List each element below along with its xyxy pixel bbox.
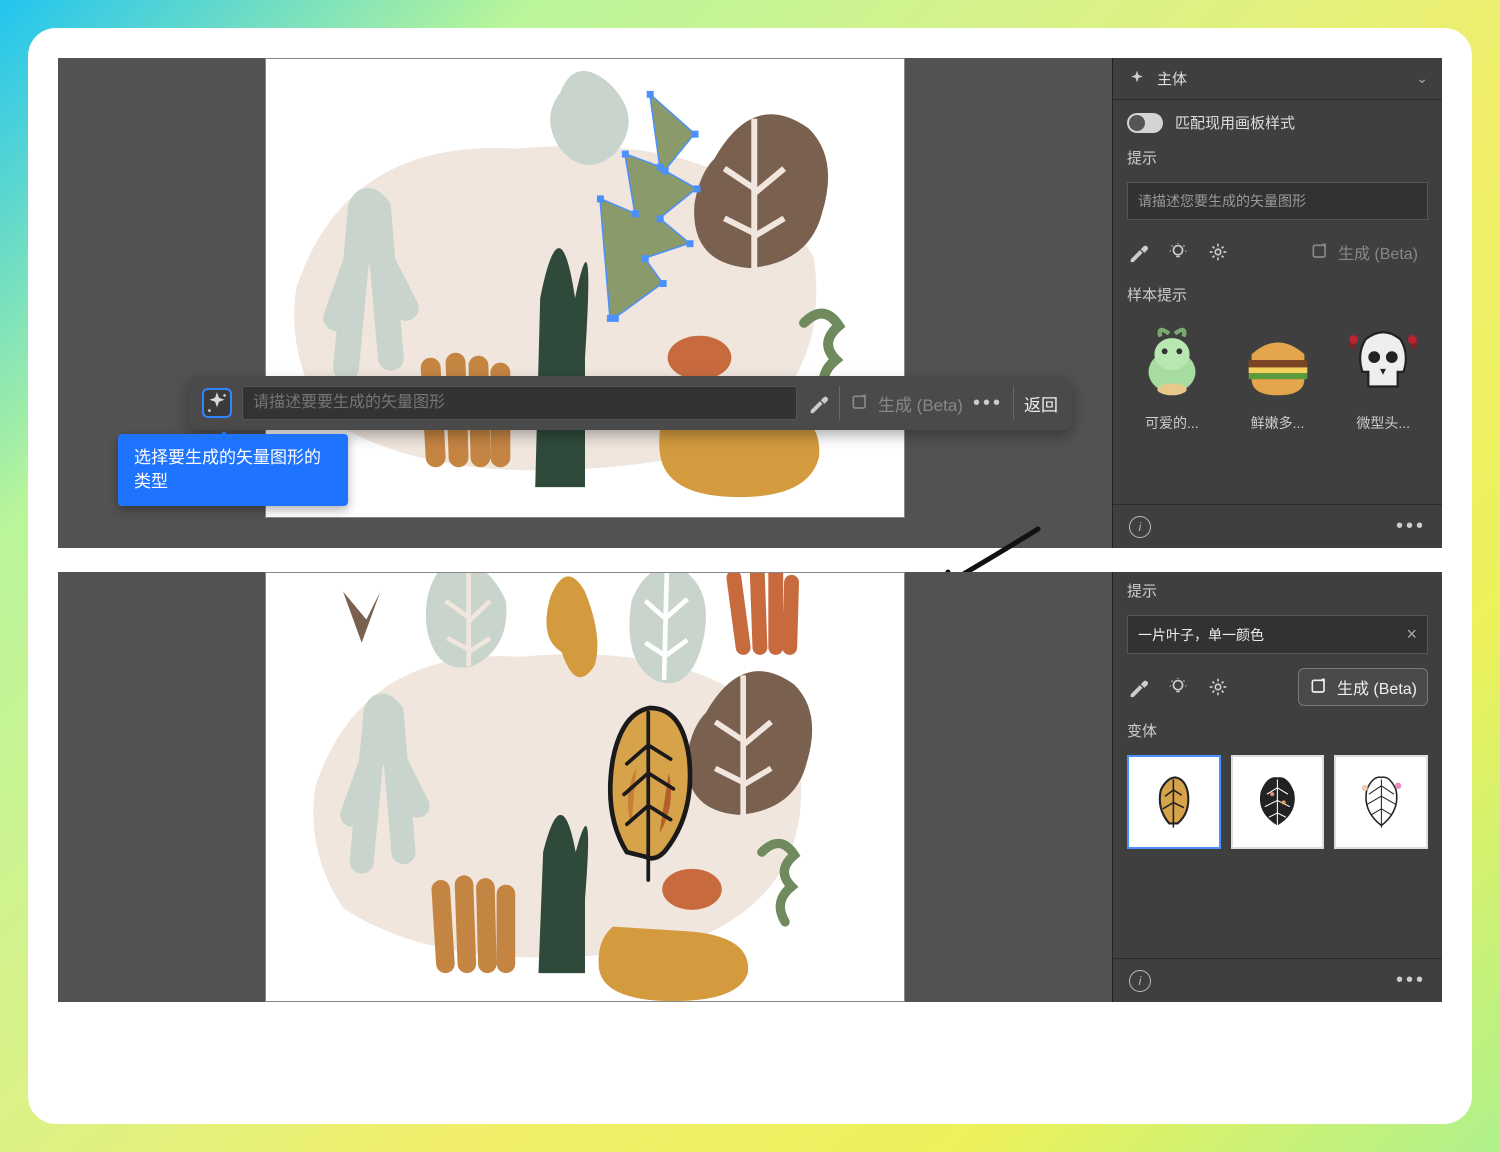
- variant-3[interactable]: [1334, 755, 1428, 849]
- more-menu-bar[interactable]: •••: [973, 392, 1003, 415]
- panel-title: 主体: [1157, 68, 1187, 89]
- prompt-placeholder: 请描述您要生成的矢量图形: [1138, 191, 1306, 211]
- prompt-value: 一片叶子，单一颜色: [1138, 625, 1264, 645]
- vector-type-selector-button[interactable]: [202, 388, 232, 418]
- match-style-label: 匹配现用画板样式: [1175, 112, 1295, 133]
- generate-icon: [850, 393, 870, 413]
- artboard-top: [265, 58, 905, 518]
- chevron-down-icon[interactable]: ⌄: [1416, 70, 1428, 87]
- variant-2[interactable]: [1231, 755, 1325, 849]
- info-icon[interactable]: i: [1129, 970, 1151, 992]
- sample-label: 鲜嫩多...: [1251, 413, 1305, 433]
- sample-label: 可爱的...: [1145, 413, 1199, 433]
- more-menu-panel[interactable]: •••: [1396, 515, 1426, 538]
- prompt-input-bar[interactable]: [242, 386, 797, 420]
- generate-label: 生成 (Beta): [1337, 675, 1417, 699]
- samples-section-title: 样本提示: [1127, 284, 1428, 305]
- sample-label: 微型头...: [1356, 413, 1410, 433]
- sample-thumb-skull: [1339, 319, 1427, 407]
- sparkle-icon: [1127, 69, 1147, 89]
- eyedropper-icon[interactable]: [1127, 676, 1149, 698]
- artboard-bottom: [265, 572, 905, 1002]
- back-button[interactable]: 返回: [1024, 391, 1058, 416]
- prompt-textarea[interactable]: 请描述您要生成的矢量图形: [1127, 182, 1428, 220]
- canvas-area-bottom: [58, 572, 1112, 1002]
- generate-button-panel[interactable]: 生成 (Beta): [1300, 234, 1428, 270]
- prompt-section-title: 提示: [1127, 580, 1428, 601]
- more-menu-panel[interactable]: •••: [1396, 969, 1426, 992]
- canvas-area-top: 生成 (Beta) ••• 返回 选择要生成的矢量图形的类型: [58, 58, 1112, 548]
- generate-icon: [1309, 677, 1329, 697]
- lightbulb-icon[interactable]: [1167, 676, 1189, 698]
- clear-prompt-icon[interactable]: ×: [1406, 624, 1417, 645]
- gear-icon[interactable]: [1207, 676, 1229, 698]
- gear-icon[interactable]: [1207, 241, 1229, 263]
- panel-header[interactable]: 主体 ⌄: [1113, 58, 1442, 100]
- artwork-bottom: [266, 573, 904, 1001]
- prompt-textarea-filled[interactable]: 一片叶子，单一颜色 ×: [1127, 615, 1428, 654]
- sparkle-icon: [204, 390, 230, 416]
- artwork-top: [266, 59, 904, 517]
- divider: [1013, 386, 1014, 420]
- divider: [839, 386, 840, 420]
- match-style-toggle[interactable]: [1127, 113, 1163, 133]
- generate-label-bar: 生成 (Beta): [878, 391, 963, 416]
- generate-label: 生成 (Beta): [1338, 240, 1418, 264]
- properties-panel-top: 主体 ⌄ 匹配现用画板样式 提示 请描述您要生成的矢量图形: [1112, 58, 1442, 548]
- lightbulb-icon[interactable]: [1167, 241, 1189, 263]
- sample-thumb-burger: [1234, 319, 1322, 407]
- info-icon[interactable]: i: [1129, 516, 1151, 538]
- eyedropper-icon[interactable]: [807, 392, 829, 414]
- generate-button-bar[interactable]: 生成 (Beta): [850, 391, 963, 416]
- screenshot-bottom: 提示 一片叶子，单一颜色 × 生成 (Beta) 变体: [58, 572, 1442, 1002]
- generate-prompt-bar: 生成 (Beta) ••• 返回: [188, 376, 1072, 430]
- screenshot-top: 生成 (Beta) ••• 返回 选择要生成的矢量图形的类型 主体 ⌄ 匹配现用…: [58, 58, 1442, 548]
- prompt-section-title: 提示: [1127, 147, 1428, 168]
- sample-prompt-1[interactable]: 可爱的...: [1127, 319, 1217, 433]
- sample-prompt-2[interactable]: 鲜嫩多...: [1233, 319, 1323, 433]
- sample-thumb-dragon: [1128, 319, 1216, 407]
- generate-icon: [1310, 242, 1330, 262]
- variant-1[interactable]: [1127, 755, 1221, 849]
- tooltip-vector-type: 选择要生成的矢量图形的类型: [118, 434, 348, 506]
- eyedropper-icon[interactable]: [1127, 241, 1149, 263]
- sample-prompt-3[interactable]: 微型头...: [1338, 319, 1428, 433]
- properties-panel-bottom: 提示 一片叶子，单一颜色 × 生成 (Beta) 变体: [1112, 572, 1442, 1002]
- variants-section-title: 变体: [1127, 720, 1428, 741]
- generate-button-panel[interactable]: 生成 (Beta): [1298, 668, 1428, 706]
